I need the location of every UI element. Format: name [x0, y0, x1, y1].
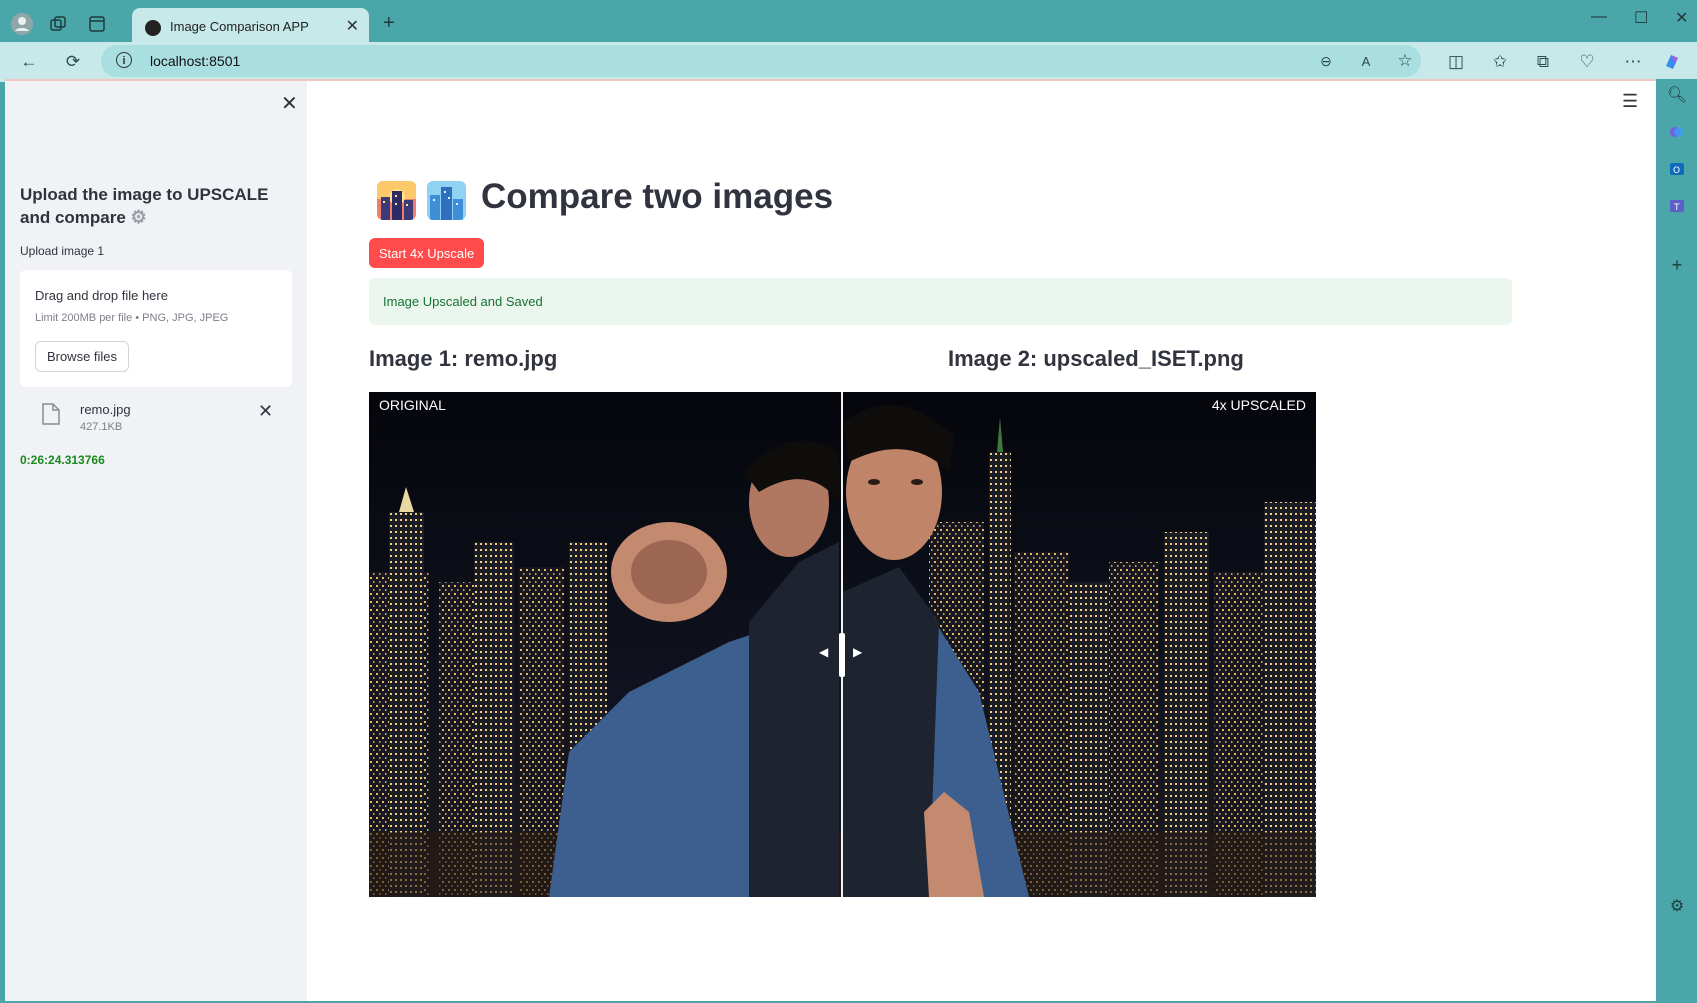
browser-sidebar: 🔍︎ O T + ⚙	[1656, 79, 1697, 1003]
workspaces-icon[interactable]	[44, 10, 72, 38]
browser-essentials-icon[interactable]: ♡	[1575, 50, 1599, 74]
browse-files-button[interactable]: Browse files	[35, 341, 129, 372]
slider-left-arrow-icon[interactable]: ◀	[819, 645, 828, 659]
success-alert: Image Upscaled and Saved	[369, 278, 1512, 325]
maximize-icon[interactable]: ☐	[1634, 8, 1648, 28]
dropzone-limit: Limit 200MB per file • PNG, JPG, JPEG	[35, 312, 229, 324]
image-comparison-slider[interactable]: ORIGINAL 4x UPSCALED ◀ ▶	[369, 392, 1316, 897]
svg-text:T: T	[1673, 203, 1680, 213]
collections-icon[interactable]: ⧉	[1531, 50, 1555, 74]
gear-icon: ⚙	[130, 207, 147, 227]
uploaded-file-item: remo.jpg 427.1KB ✕	[20, 399, 292, 441]
refresh-icon[interactable]: ⟳	[61, 50, 85, 74]
sidebar-heading: Upload the image to UPSCALE and compare …	[20, 184, 290, 229]
streamlit-page: ✕ Upload the image to UPSCALE and compar…	[5, 79, 1656, 1001]
upscaled-caption: 4x UPSCALED	[1211, 397, 1306, 413]
elapsed-time: 0:26:24.313766	[20, 453, 105, 467]
profile-icon[interactable]	[8, 10, 36, 38]
image1-heading: Image 1: remo.jpg	[369, 346, 558, 371]
outlook-icon[interactable]: O	[1666, 158, 1688, 180]
original-caption: ORIGINAL	[379, 397, 446, 413]
file-dropzone[interactable]: Drag and drop file here Limit 200MB per …	[20, 270, 292, 387]
zoom-icon[interactable]: ⊖	[1314, 49, 1338, 73]
upload-label: Upload image 1	[20, 244, 105, 258]
add-sidebar-app-icon[interactable]: +	[1666, 254, 1688, 276]
tab-close-icon[interactable]: ✕	[346, 16, 359, 36]
dropzone-title: Drag and drop file here	[35, 288, 168, 303]
success-message: Image Upscaled and Saved	[383, 294, 543, 309]
file-icon	[42, 403, 60, 425]
cityscape-icon	[427, 181, 466, 220]
slider-handle-icon[interactable]	[835, 633, 849, 677]
sidebar-close-icon[interactable]: ✕	[281, 91, 298, 116]
copilot-sidebar-icon[interactable]	[1666, 121, 1688, 143]
tab-actions-icon[interactable]	[83, 10, 111, 38]
url-text: localhost:8501	[150, 53, 241, 69]
read-aloud-icon[interactable]: A	[1354, 49, 1378, 73]
favicon-icon	[145, 20, 161, 36]
image2-heading: Image 2: upscaled_ISET.png	[948, 346, 1244, 371]
search-icon[interactable]: 🔍︎	[1666, 84, 1688, 106]
hamburger-menu-icon[interactable]: ☰	[1622, 91, 1638, 112]
file-name: remo.jpg	[80, 402, 131, 417]
site-info-icon[interactable]: i	[116, 52, 132, 68]
remove-file-icon[interactable]: ✕	[258, 401, 273, 422]
file-size: 427.1KB	[80, 421, 123, 433]
settings-icon[interactable]: ⚙	[1666, 895, 1688, 917]
sidebar: ✕ Upload the image to UPSCALE and compar…	[5, 81, 307, 1001]
teams-icon[interactable]: T	[1666, 195, 1688, 217]
svg-text:O: O	[1673, 166, 1680, 176]
page-title: Compare two images	[481, 177, 834, 216]
tab-title: Image Comparison APP	[170, 19, 309, 34]
browser-titlebar: Image Comparison APP ✕ + — ☐ ✕	[0, 0, 1697, 48]
favorite-star-icon[interactable]: ☆	[1393, 49, 1417, 73]
minimize-icon[interactable]: —	[1591, 8, 1607, 26]
new-tab-button[interactable]: +	[383, 12, 395, 35]
split-screen-icon[interactable]: ◫	[1444, 50, 1468, 74]
start-upscale-button[interactable]: Start 4x Upscale	[369, 238, 484, 268]
close-window-icon[interactable]: ✕	[1675, 8, 1688, 28]
slider-right-arrow-icon[interactable]: ▶	[853, 645, 862, 659]
address-bar[interactable]: i localhost:8501 ⊖ A ☆	[101, 45, 1421, 77]
browser-toolbar: ← ⟳ i localhost:8501 ⊖ A ☆ ◫ ✩ ⧉ ♡ ⋯	[0, 42, 1697, 82]
favorites-icon[interactable]: ✩	[1488, 50, 1512, 74]
copilot-icon[interactable]	[1660, 50, 1684, 74]
back-icon[interactable]: ←	[17, 50, 41, 74]
more-menu-icon[interactable]: ⋯	[1621, 50, 1645, 74]
night-city-icon	[377, 181, 416, 220]
